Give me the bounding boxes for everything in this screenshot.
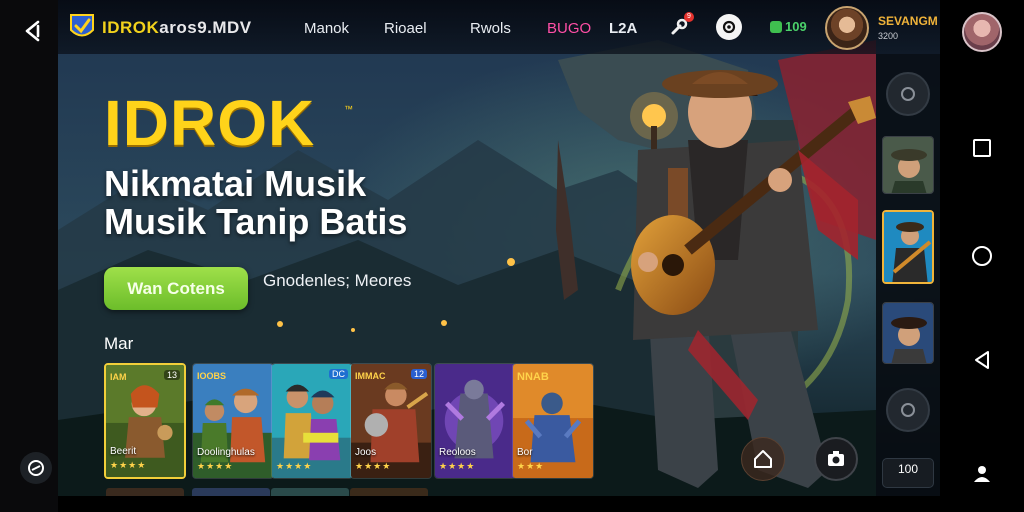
game-card[interactable]: DC ★★★★ [271, 363, 353, 479]
game-card[interactable]: IOOBS Doolinghulas ★★★★ [192, 363, 274, 479]
side-card-art-3 [883, 303, 933, 363]
side-score-value: 100 [897, 462, 919, 476]
top-navigation-bar: IDROKaros9.MDV Manok Rioael Rwols BUGO L… [58, 0, 940, 54]
side-circle-button[interactable] [886, 72, 930, 116]
card-score: DC [329, 369, 348, 379]
section-title: Mar [104, 334, 134, 353]
card-row-peek [106, 488, 184, 496]
nav-item-rioael[interactable]: Rioael [384, 20, 427, 37]
card-name: Joos [355, 447, 377, 458]
circle-icon [901, 87, 915, 101]
card-name: Beerit [110, 446, 137, 457]
record-icon [722, 20, 736, 34]
coin-balance[interactable]: 109 [770, 19, 807, 34]
side-character-card[interactable] [882, 136, 934, 194]
nav-item-rwols[interactable]: Rwols [470, 20, 511, 37]
card-name: Reoloos [439, 447, 476, 458]
card-rating: ★★★★ [439, 461, 476, 471]
tools-button[interactable]: 9 [666, 12, 694, 40]
card-title: IAM [110, 372, 127, 382]
home-icon [754, 450, 772, 468]
side-panel: 100 [876, 54, 940, 496]
card-row-peek [271, 488, 349, 496]
user-name: SEVANGM [878, 14, 938, 28]
account-button[interactable] [966, 458, 998, 490]
game-card[interactable]: IAM 13 Beerit ★★★★ [104, 363, 186, 479]
card-rating: ★★★★ [197, 461, 234, 471]
card-name: Bor [517, 447, 533, 458]
game-card[interactable]: Reoloos ★★★★ [434, 363, 516, 479]
card-title: NNAB [517, 371, 549, 383]
primary-cta-button[interactable]: Wan Cotens [104, 267, 248, 310]
system-nav-rail [940, 0, 1024, 512]
card-title: IOOBS [197, 371, 227, 381]
card-title: IMMAC [355, 371, 386, 381]
home-fab-button[interactable] [741, 437, 785, 481]
tools-alert-badge: 9 [684, 12, 694, 22]
triangle-back-icon [975, 351, 989, 369]
card-row-peek [350, 488, 428, 496]
person-icon [974, 466, 990, 482]
side-character-card-selected[interactable] [882, 210, 934, 284]
card-score: 13 [163, 370, 180, 380]
hero-subtitle-line-2: Musik Tanip Batis [104, 201, 408, 242]
app-window: IDROKaros9.MDV Manok Rioael Rwols BUGO L… [58, 0, 940, 496]
side-score-box[interactable]: 100 [882, 458, 934, 488]
coin-count: 109 [785, 19, 807, 34]
nav-item-manok[interactable]: Manok [304, 20, 349, 37]
game-card[interactable]: NNAB Bor ★★★ [512, 363, 594, 479]
secondary-link[interactable]: Gnodenles; Meores [263, 271, 411, 291]
system-profile-avatar[interactable] [962, 12, 1002, 52]
circle-icon [901, 403, 915, 417]
nav-item-l2a[interactable]: L2A [609, 20, 637, 37]
card-score: 12 [410, 369, 427, 379]
back-arrow-icon [25, 20, 40, 42]
screenshot-button[interactable] [814, 437, 858, 481]
user-level: 3200 [878, 31, 899, 41]
side-circle-button-2[interactable] [886, 388, 930, 432]
card-rating: ★★★★ [355, 461, 392, 471]
brand-name: IDROKaros9.MDV [102, 18, 252, 38]
camera-icon [828, 451, 844, 466]
brand-prefix: IDROK [102, 18, 160, 37]
device-screen: IDROKaros9.MDV Manok Rioael Rwols BUGO L… [0, 0, 1024, 512]
user-avatar[interactable] [825, 6, 869, 50]
nav-item-bugo[interactable]: BUGO [547, 20, 591, 37]
square-icon [973, 139, 991, 157]
game-card[interactable]: IMMAC 12 Joos ★★★★ [350, 363, 432, 479]
side-character-card[interactable] [882, 302, 934, 364]
hero-title: IDROK [104, 87, 316, 159]
brand-suffix: aros9.MDV [159, 18, 252, 37]
side-card-art-2 [884, 212, 932, 282]
circle-home-icon [972, 246, 992, 266]
back-button[interactable] [18, 14, 52, 48]
card-name: Doolinghulas [197, 447, 255, 458]
app-logo-shield-icon[interactable] [68, 12, 96, 42]
recents-button[interactable] [966, 132, 998, 164]
side-card-art-1 [883, 137, 933, 193]
left-rail [0, 0, 58, 512]
home-button[interactable] [966, 240, 998, 272]
card-rating: ★★★★ [110, 460, 147, 470]
game-overlay-button[interactable] [20, 452, 52, 484]
hero-subtitle-line-1: Nikmatai Musik [104, 163, 367, 204]
card-row-peek [192, 488, 270, 496]
card-rating: ★★★★ [276, 461, 313, 471]
overlay-circle-icon [28, 460, 44, 476]
back-nav-button[interactable] [966, 344, 998, 376]
card-rating: ★★★ [517, 461, 545, 471]
record-button[interactable] [716, 14, 742, 40]
trademark-mark: ™ [344, 104, 353, 114]
coin-icon [770, 20, 782, 33]
